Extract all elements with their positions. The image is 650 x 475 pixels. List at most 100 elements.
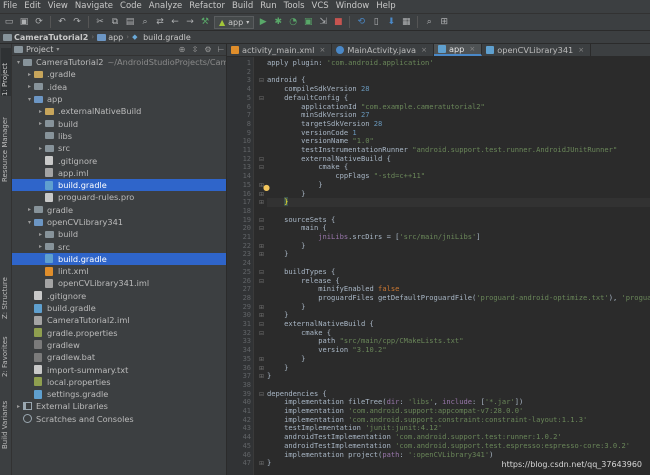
tree-item[interactable]: ▸ src <box>12 240 226 252</box>
profile-icon[interactable]: ◔ <box>287 16 299 28</box>
fold-icon[interactable]: ⊟ <box>258 95 265 102</box>
tree-item[interactable]: build.gradle <box>12 302 226 314</box>
find-icon[interactable]: ⌕ <box>139 16 151 28</box>
chevron-down-icon[interactable]: ▾ <box>56 46 59 53</box>
make-icon[interactable]: ⚒ <box>199 16 211 28</box>
tree-item[interactable]: .gitignore <box>12 154 226 166</box>
menu-help[interactable]: Help <box>376 0 395 13</box>
avd-manager-icon[interactable]: ▯ <box>370 16 382 28</box>
run-icon[interactable]: ▶ <box>257 16 269 28</box>
tool-tab-resource-manager[interactable]: Resource Manager <box>1 102 11 182</box>
tree-item[interactable]: ▸ .idea <box>12 81 226 93</box>
tree-item[interactable]: ▸ build <box>12 228 226 240</box>
tree-item[interactable]: ▸ .externalNativeBuild <box>12 105 226 117</box>
locate-icon[interactable]: ⊕ <box>177 45 187 54</box>
attach-icon[interactable]: ⇲ <box>317 16 329 28</box>
fold-icon[interactable]: ⊟ <box>258 225 265 232</box>
fold-icon[interactable]: ⊟ <box>258 321 265 328</box>
unfold-icon[interactable]: ⊞ <box>258 312 265 319</box>
editor-tab[interactable]: openCVLibrary341 × <box>482 44 592 56</box>
tool-tab-structure[interactable]: Z: Structure <box>1 269 11 319</box>
paste-icon[interactable]: ▤ <box>124 16 136 28</box>
unfold-icon[interactable]: ⊞ <box>258 304 265 311</box>
replace-icon[interactable]: ⇄ <box>154 16 166 28</box>
menu-window[interactable]: Window <box>336 0 370 13</box>
menu-edit[interactable]: Edit <box>24 0 40 13</box>
tree-item[interactable]: Scratches and Consoles <box>12 413 226 425</box>
chevron-right-icon[interactable]: ▸ <box>14 403 23 410</box>
tree-item[interactable]: ▸ External Libraries <box>12 400 226 412</box>
fold-icon[interactable]: ⊟ <box>258 330 265 337</box>
chevron-right-icon[interactable]: ▸ <box>25 71 34 78</box>
tree-item[interactable]: settings.gradle <box>12 388 226 400</box>
menu-refactor[interactable]: Refactor <box>189 0 225 13</box>
tree-item[interactable]: proguard-rules.pro <box>12 191 226 203</box>
tree-item[interactable]: lint.xml <box>12 265 226 277</box>
menu-analyze[interactable]: Analyze <box>149 0 183 13</box>
fold-icon[interactable]: ⊟ <box>258 269 265 276</box>
tree-item[interactable]: gradle.properties <box>12 327 226 339</box>
close-icon[interactable]: × <box>578 46 584 54</box>
menu-code[interactable]: Code <box>120 0 142 13</box>
back-icon[interactable]: ← <box>169 16 181 28</box>
chevron-right-icon[interactable]: ▸ <box>25 83 34 90</box>
menu-tools[interactable]: Tools <box>284 0 305 13</box>
forward-icon[interactable]: → <box>184 16 196 28</box>
fold-icon[interactable]: ⊟ <box>258 217 265 224</box>
menu-run[interactable]: Run <box>260 0 276 13</box>
cut-icon[interactable]: ✂ <box>94 16 106 28</box>
fold-icon[interactable]: ⊟ <box>258 156 265 163</box>
breadcrumb-project[interactable]: CameraTutorial2 <box>3 33 88 42</box>
fold-icon[interactable]: ⊟ <box>258 278 265 285</box>
editor-tab[interactable]: app × <box>433 44 483 56</box>
breadcrumb-module[interactable]: app <box>97 33 123 42</box>
tree-item[interactable]: ▸ src <box>12 142 226 154</box>
tree-item[interactable]: app.iml <box>12 167 226 179</box>
chevron-right-icon[interactable]: ▸ <box>36 145 45 152</box>
code-editor[interactable]: 1 2 3 4 5 6 7 8 9 10 11 12 13 14 15 16 17 18 19 20 21 22 23 24 2… <box>227 57 650 475</box>
tree-item[interactable]: ▸ gradle <box>12 204 226 216</box>
editor-tab[interactable]: MainActivity.java × <box>332 44 434 56</box>
stop-icon[interactable]: ■ <box>332 16 344 28</box>
debug-icon[interactable]: ✱ <box>272 16 284 28</box>
copy-icon[interactable]: ⧉ <box>109 16 121 28</box>
fold-icon[interactable]: ⊟ <box>258 391 265 398</box>
project-view-selector[interactable]: Project <box>26 45 53 54</box>
lightbulb-icon[interactable]: ● <box>263 183 270 192</box>
chevron-down-icon[interactable]: ▾ <box>25 219 34 226</box>
open-folder-icon[interactable]: ▭ <box>3 16 15 28</box>
unfold-icon[interactable]: ⊞ <box>258 460 265 467</box>
tree-item[interactable]: openCVLibrary341.iml <box>12 277 226 289</box>
unfold-icon[interactable]: ⊞ <box>258 373 265 380</box>
redo-icon[interactable]: ↷ <box>71 16 83 28</box>
sync-gradle-icon[interactable]: ⟲ <box>355 16 367 28</box>
chevron-right-icon[interactable]: ▸ <box>36 231 45 238</box>
chevron-right-icon[interactable]: ▸ <box>36 108 45 115</box>
tree-item[interactable]: .gitignore <box>12 290 226 302</box>
coverage-icon[interactable]: ▣ <box>302 16 314 28</box>
unfold-icon[interactable]: ⊞ <box>258 356 265 363</box>
tool-tab-build-variants[interactable]: Build Variants <box>1 389 11 449</box>
menu-vcs[interactable]: VCS <box>312 0 329 13</box>
run-config-dropdown[interactable]: ▲ app ▾ <box>214 15 255 29</box>
unfold-icon[interactable]: ⊞ <box>258 251 265 258</box>
tree-item[interactable]: CameraTutorial2.iml <box>12 314 226 326</box>
breadcrumb-file[interactable]: ◆ build.gradle <box>132 33 191 42</box>
search-everywhere-icon[interactable]: ⌕ <box>423 16 435 28</box>
save-icon[interactable]: ▣ <box>18 16 30 28</box>
tree-item[interactable]: gradlew <box>12 339 226 351</box>
tool-tab-project[interactable]: 1: Project <box>1 48 11 96</box>
tree-item[interactable]: build.gradle <box>12 252 226 266</box>
tree-item[interactable]: ▾ app <box>12 93 226 105</box>
chevron-right-icon[interactable]: ▸ <box>25 206 34 213</box>
collapse-icon[interactable]: ⇳ <box>190 45 200 54</box>
menu-navigate[interactable]: Navigate <box>75 0 113 13</box>
fold-icon[interactable]: ⊟ <box>258 164 265 171</box>
hide-icon[interactable]: ⊢ <box>216 45 226 54</box>
fold-icon[interactable]: ⊟ <box>258 77 265 84</box>
chevron-down-icon[interactable]: ▾ <box>14 59 23 66</box>
tree-item[interactable]: build.gradle <box>12 178 226 192</box>
menu-build[interactable]: Build <box>232 0 253 13</box>
tree-item[interactable]: import-summary.txt <box>12 363 226 375</box>
chevron-right-icon[interactable]: ▸ <box>36 243 45 250</box>
